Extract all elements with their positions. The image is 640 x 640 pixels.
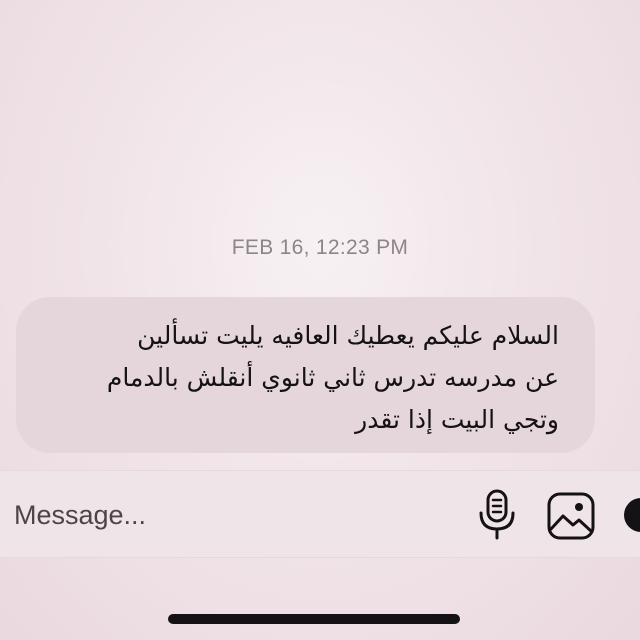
more-button[interactable] bbox=[624, 498, 640, 532]
home-indicator[interactable] bbox=[168, 614, 460, 624]
message-line-3: وتجي البيت إذا تقدر bbox=[355, 405, 559, 434]
message-composer bbox=[0, 470, 640, 558]
message-line-2: عن مدرسه تدرس ثاني ثانوي أنقلش بالدمام bbox=[106, 363, 559, 392]
message-input[interactable] bbox=[14, 497, 374, 533]
message-line-1: السلام عليكم يعطيك العافيه يليت تسألين bbox=[137, 321, 559, 350]
microphone-button[interactable] bbox=[474, 489, 520, 541]
gallery-button[interactable] bbox=[546, 491, 596, 541]
gallery-icon bbox=[547, 492, 595, 540]
incoming-message-bubble[interactable]: السلام عليكم يعطيك العافيه يليت تسألين ع… bbox=[16, 297, 595, 453]
microphone-icon bbox=[479, 489, 515, 540]
message-timestamp: FEB 16, 12:23 PM bbox=[231, 236, 409, 259]
